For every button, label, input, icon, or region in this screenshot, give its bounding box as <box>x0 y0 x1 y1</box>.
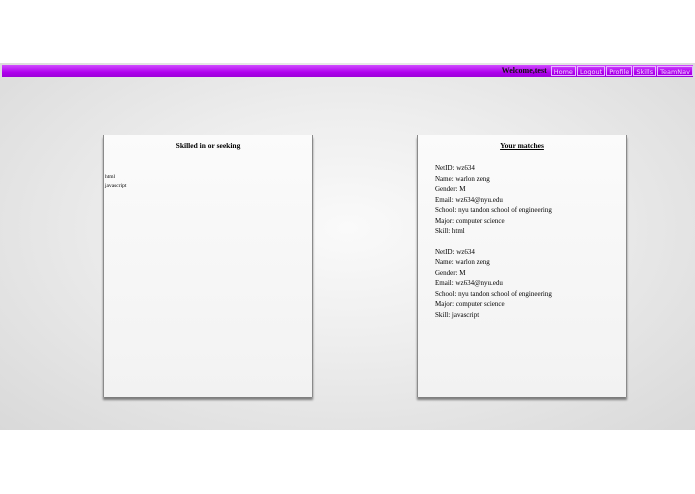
skill-item: javascript <box>105 183 127 189</box>
match-major: Major: computer science <box>435 300 505 308</box>
match-name: Name: warlon zeng <box>435 258 490 266</box>
match-gender: Gender: M <box>435 185 466 193</box>
matches-card: Your matches NetID: wz634 Name: warlon z… <box>417 135 627 397</box>
match-gender: Gender: M <box>435 268 466 277</box>
skill-item: html <box>105 174 116 180</box>
nav-home-link[interactable]: Home <box>550 66 576 76</box>
matches-card-title: Your matches <box>500 141 544 150</box>
match-skill: Skill: html <box>435 227 465 235</box>
skills-card: Skilled in or seeking html javascript <box>103 135 313 397</box>
nav-team-link[interactable]: TeamNav <box>657 66 693 76</box>
match-netid: NetID: wz634 <box>435 247 475 256</box>
top-navbar: Welcome,test Home Logout Profile Skills … <box>2 65 693 77</box>
match-major: Major: computer science <box>435 216 505 225</box>
match-entry: NetID: wz634 Name: warlon zeng Gender: M… <box>435 247 626 321</box>
page-viewport: Welcome,test Home Logout Profile Skills … <box>0 63 695 430</box>
match-list: NetID: wz634 Name: warlon zeng Gender: M… <box>418 163 626 320</box>
match-netid: NetID: wz634 <box>435 164 475 172</box>
skills-card-title: Skilled in or seeking <box>175 141 241 150</box>
match-skill: Skill: javascript <box>435 310 480 319</box>
welcome-text: Welcome,test <box>501 66 547 75</box>
match-email: Email: wz634@nyu.edu <box>435 279 503 287</box>
match-email: Email: wz634@nyu.edu <box>435 195 503 204</box>
match-name: Name: warlon zeng <box>435 174 490 183</box>
skill-list: html javascript <box>104 173 312 191</box>
match-school: School: nyu tandon school of engineering <box>435 206 552 214</box>
nav-skills-link[interactable]: Skills <box>633 66 657 76</box>
match-school: School: nyu tandon school of engineering <box>435 289 552 298</box>
nav-logout-link[interactable]: Logout <box>576 66 606 76</box>
nav-profile-link[interactable]: Profile <box>606 66 633 76</box>
match-entry: NetID: wz634 Name: warlon zeng Gender: M… <box>435 163 626 237</box>
